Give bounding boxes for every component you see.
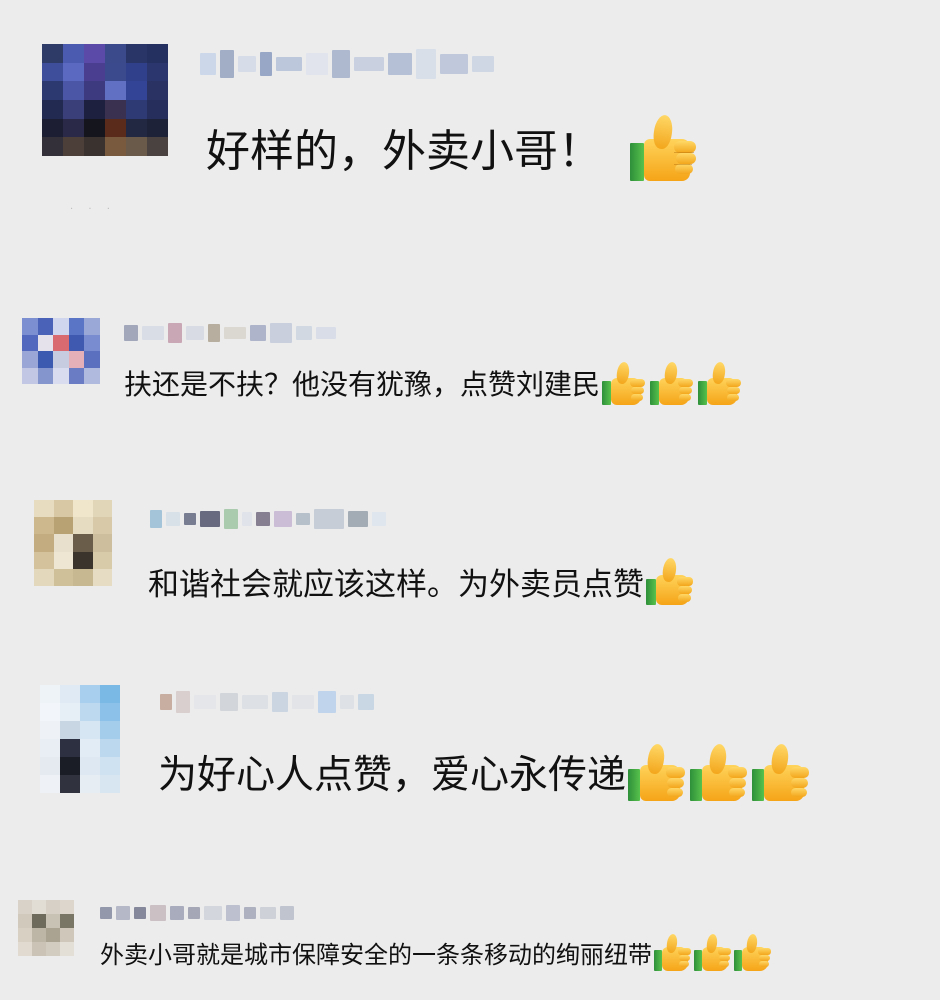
username-blurred [160,685,374,719]
comment-item: 好样的，外卖小哥！ · · · [0,0,940,240]
thumbs-up-icon [650,361,694,405]
meta-blurred: · · · [70,204,116,215]
comment-item: 为好心人点赞，爱心永传递 [0,675,940,865]
username-blurred [100,900,294,926]
comment-text: 扶还是不扶？他没有犹豫，点赞刘建民 [124,360,742,406]
comment-item: 扶还是不扶？他没有犹豫，点赞刘建民 [0,300,940,450]
thumbs-up-icon [698,361,742,405]
avatar[interactable] [34,500,112,586]
avatar[interactable] [22,318,100,384]
avatar[interactable] [40,685,120,793]
thumbs-up-icon [654,933,692,971]
comment-text-content: 外卖小哥就是城市保障安全的一条条移动的绚丽纽带 [100,940,652,969]
comment-text: 外卖小哥就是城市保障安全的一条条移动的绚丽纽带 [100,932,772,972]
comment-text-content: 和谐社会就应该这样。为外卖员点赞 [148,566,644,603]
thumbs-up-icon [734,933,772,971]
comment-item: 和谐社会就应该这样。为外卖员点赞 [0,490,940,660]
comment-text: 为好心人点赞，爱心永传递 [158,741,810,803]
comment-text: 和谐社会就应该这样。为外卖员点赞 [148,556,694,606]
comment-text-content: 扶还是不扶？他没有犹豫，点赞刘建民 [124,368,601,401]
username-blurred [200,46,494,82]
comment-text: 好样的，外卖小哥！ [206,112,698,182]
thumbs-up-icon [630,113,698,181]
thumbs-up-icon [646,557,694,605]
avatar[interactable] [18,900,74,956]
thumbs-up-icon [602,361,646,405]
thumbs-up-icon [752,743,810,801]
comment-item: 外卖小哥就是城市保障安全的一条条移动的绚丽纽带 [0,890,940,1000]
thumbs-up-icon [628,743,686,801]
comment-text-content: 为好心人点赞，爱心永传递 [158,753,627,798]
avatar[interactable] [42,44,168,156]
username-blurred [150,504,386,534]
thumbs-up-icon [694,933,732,971]
username-blurred [124,318,336,348]
comment-text-content: 好样的，外卖小哥！ [206,126,602,177]
thumbs-up-icon [690,743,748,801]
